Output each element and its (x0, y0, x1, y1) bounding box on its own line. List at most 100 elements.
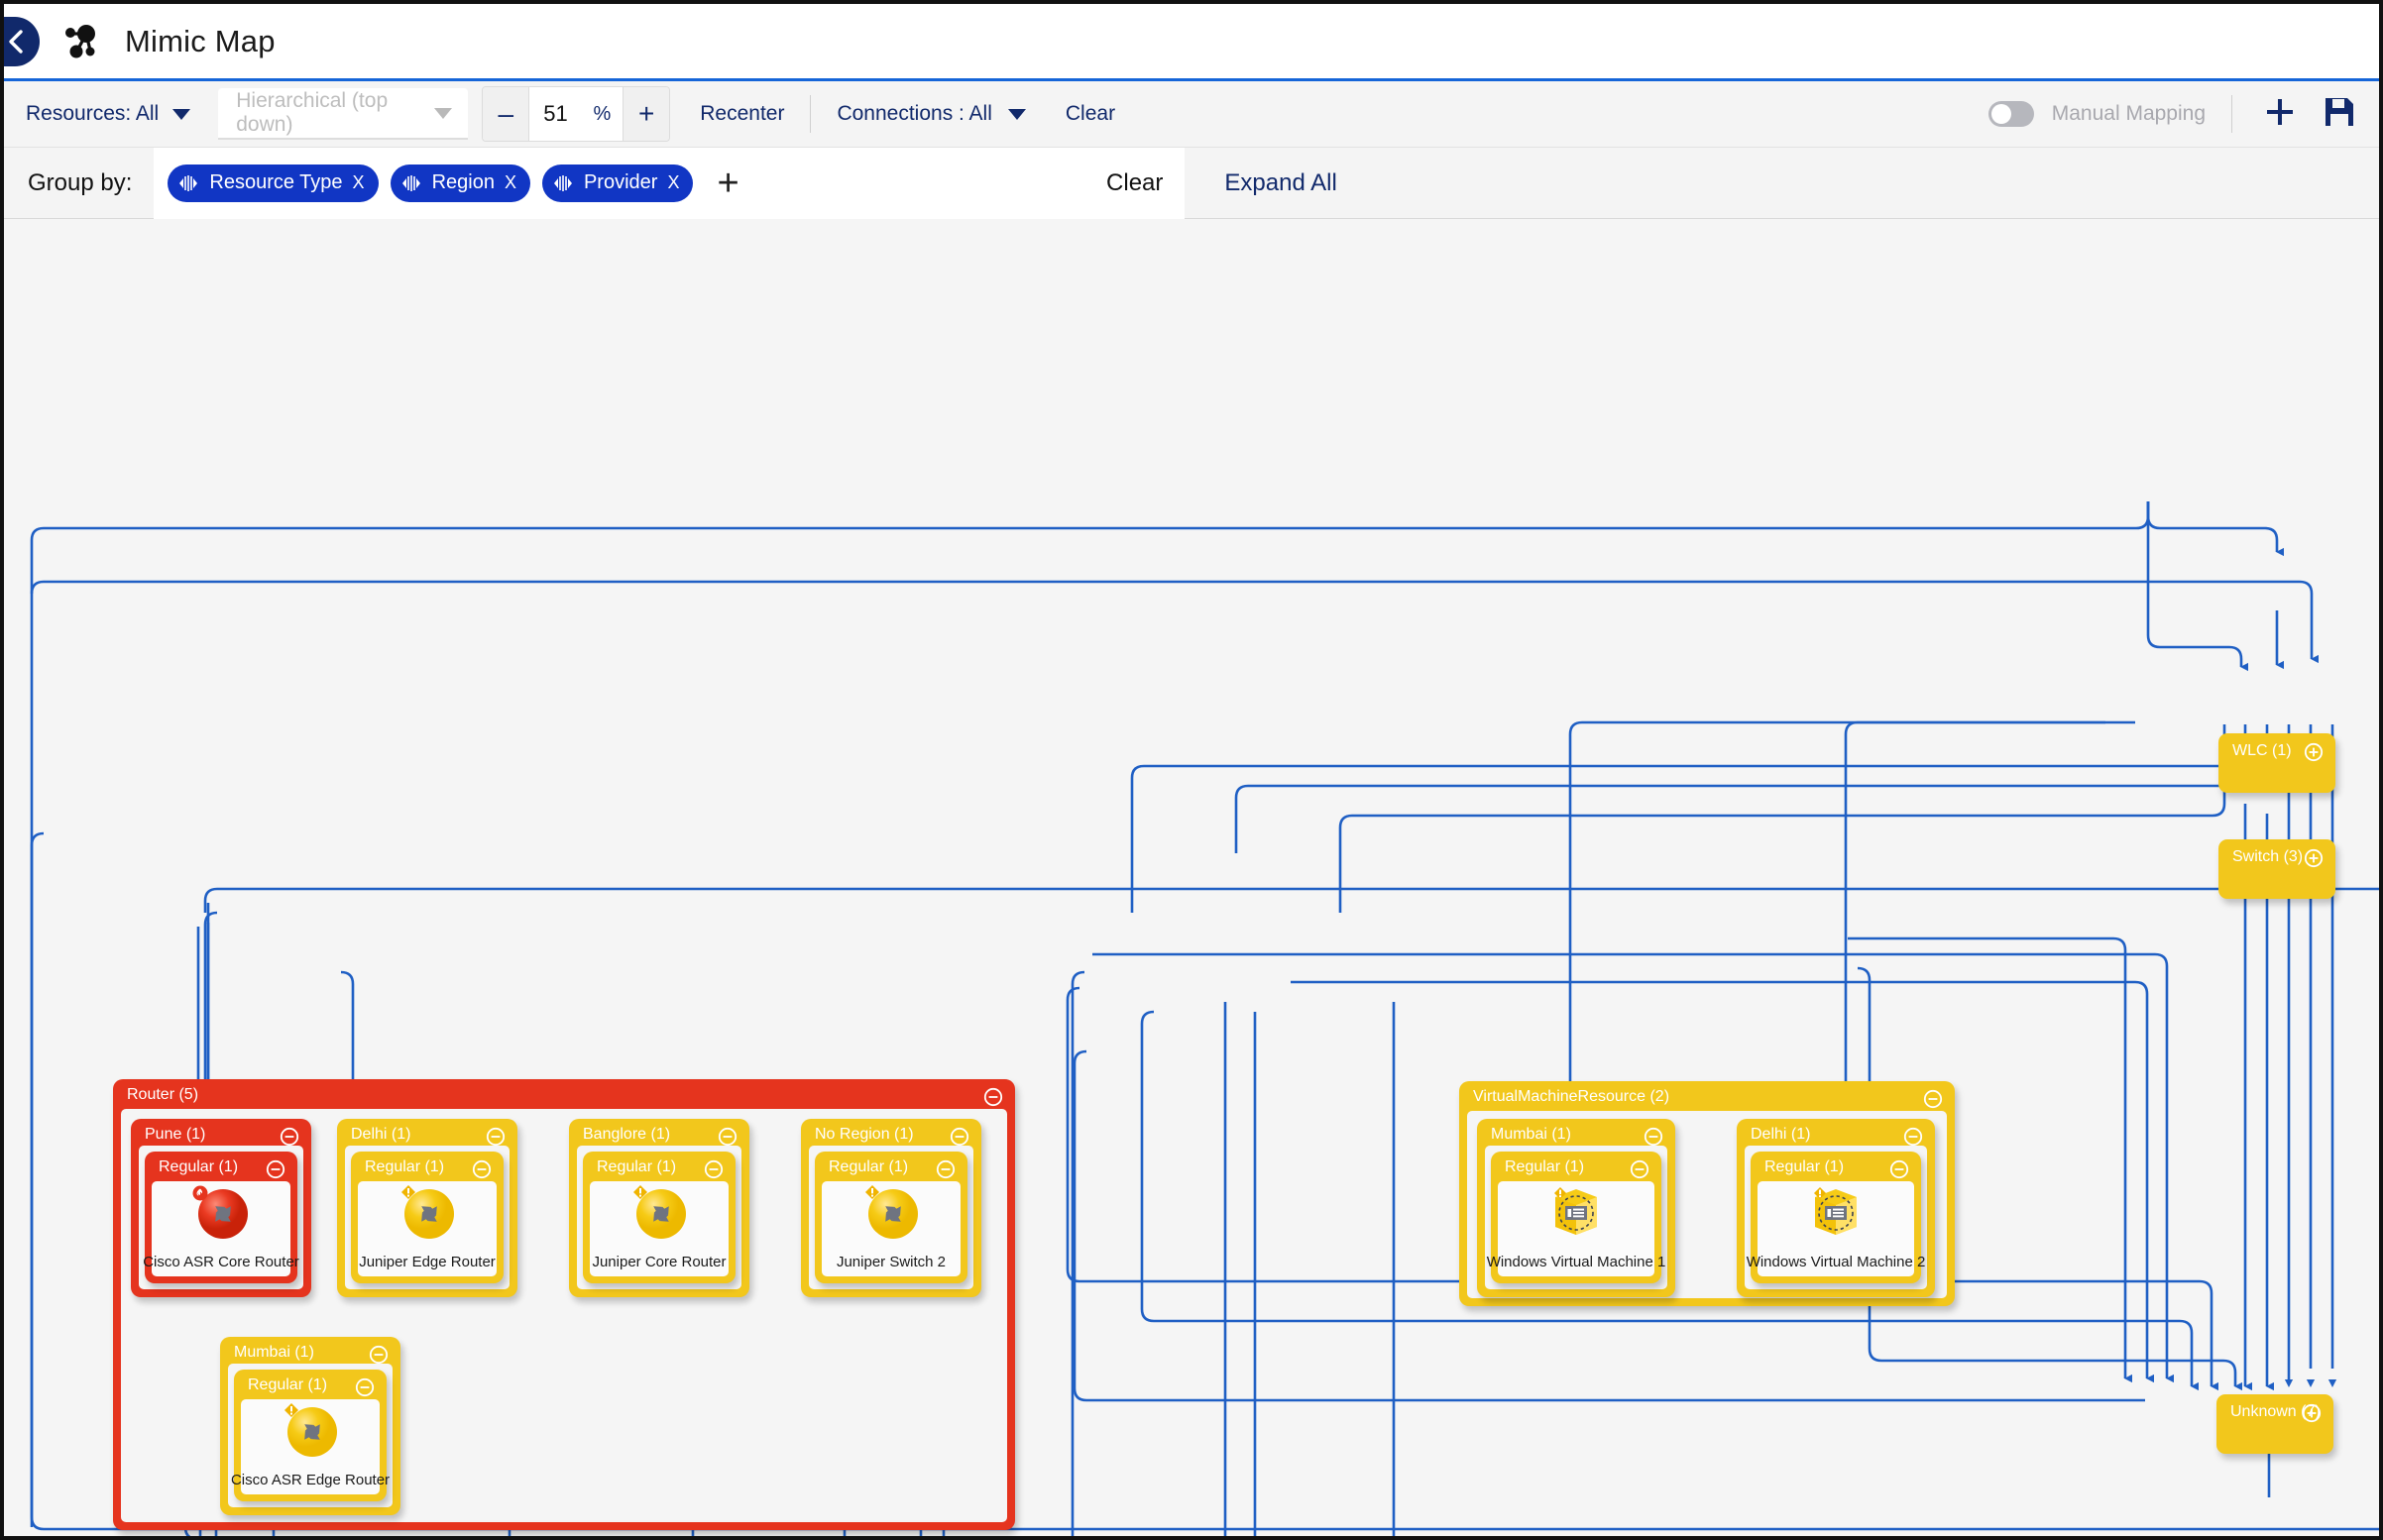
regular-group-title: Regular (1) (1505, 1158, 1584, 1176)
subgroup-router-banglore[interactable]: Banglore (1) Regular (1) (569, 1119, 749, 1297)
clear-connections-button[interactable]: Clear (1066, 102, 1115, 126)
subgroup-body: Regular (1) (139, 1146, 303, 1289)
collapsed-node-switch[interactable]: Switch (3) (2218, 839, 2335, 899)
subgroup-title: Mumbai (1) (234, 1344, 314, 1362)
virtual-machine-node-icon (1803, 1181, 1869, 1248)
resource-node-juniper-edge-router[interactable]: Juniper Edge Router (358, 1181, 497, 1276)
subgroup-router-pune[interactable]: Pune (1) Regular (1) (131, 1119, 311, 1297)
plus-circle-icon[interactable] (2304, 742, 2324, 767)
expand-all-button[interactable]: Expand All (1224, 169, 1336, 197)
subgroup-body: Regular (1) (1745, 1146, 1927, 1289)
group-chip-resource-type[interactable]: Resource Type X (168, 165, 378, 202)
resource-node-cisco-asr-core-router[interactable]: Cisco ASR Core Router (152, 1181, 290, 1276)
router-node-icon (860, 1181, 922, 1248)
group-chip-label: Provider (584, 171, 657, 194)
minus-circle-icon[interactable] (950, 1127, 969, 1147)
resource-node-label: Windows Virtual Machine 2 (1747, 1254, 1926, 1270)
router-node-icon (397, 1181, 458, 1248)
save-map-button[interactable] (2324, 96, 2355, 133)
plus-icon (2262, 94, 2298, 130)
resource-node-windows-virtual-machine-2[interactable]: Windows Virtual Machine 2 (1758, 1181, 1914, 1276)
layout-select-placeholder: Hierarchical (top down) (236, 89, 434, 137)
group-chip-region[interactable]: Region X (391, 165, 530, 202)
collapsed-node-unknown[interactable]: Unknown (7) (2216, 1394, 2333, 1454)
toolbar-divider (810, 95, 811, 133)
minus-circle-icon[interactable] (1644, 1127, 1663, 1147)
minus-circle-icon[interactable] (355, 1377, 375, 1397)
chevron-down-icon (1008, 109, 1026, 120)
layout-select[interactable]: Hierarchical (top down) (218, 88, 468, 140)
clear-group-by-button[interactable]: Clear (1106, 169, 1163, 197)
save-disk-icon (2324, 96, 2355, 128)
close-icon[interactable]: X (667, 172, 679, 193)
group-chip-provider[interactable]: Provider X (542, 165, 694, 202)
regular-group-vm-delhi[interactable]: Regular (1) (1751, 1152, 1921, 1283)
group-router[interactable]: Router (5) Pune (1) Regular (1) (113, 1079, 1015, 1530)
zoom-out-button[interactable]: – (483, 87, 528, 141)
resource-node-cisco-asr-edge-router[interactable]: Cisco ASR Edge Router (241, 1399, 380, 1494)
add-resource-button[interactable] (2262, 94, 2298, 135)
group-by-label: Group by: (28, 169, 132, 197)
plus-circle-icon[interactable] (2304, 848, 2324, 873)
recenter-button[interactable]: Recenter (700, 102, 784, 126)
subgroup-router-delhi[interactable]: Delhi (1) Regular (1) (337, 1119, 517, 1297)
regular-group-title: Regular (1) (248, 1376, 327, 1394)
collapsed-node-label: WLC (1) (2232, 742, 2292, 760)
group-by-chip-container: Resource Type X Region X (154, 148, 1185, 219)
regular-group-router-pune[interactable]: Regular (1) (145, 1152, 297, 1283)
resource-node-label: Juniper Core Router (592, 1254, 726, 1270)
resource-node-label: Cisco ASR Core Router (143, 1254, 299, 1270)
map-canvas[interactable]: Router (5) Pune (1) Regular (1) (4, 219, 2383, 1537)
router-node-icon (190, 1181, 252, 1248)
minus-circle-icon[interactable] (983, 1087, 1003, 1107)
mimic-network-logo-icon (59, 21, 101, 62)
resource-node-juniper-switch-2[interactable]: Juniper Switch 2 (822, 1181, 961, 1276)
minus-circle-icon[interactable] (1903, 1127, 1923, 1147)
subgroup-body: Regular (1) (577, 1146, 741, 1289)
minus-circle-icon[interactable] (472, 1159, 492, 1179)
collapsed-node-wlc[interactable]: WLC (1) (2218, 733, 2335, 793)
minus-circle-icon[interactable] (1630, 1159, 1649, 1179)
mimic-map-window: Mimic Map Resources: All Hierarchical (t… (0, 0, 2383, 1540)
subgroup-vm-delhi[interactable]: Delhi (1) Regular (1) (1737, 1119, 1935, 1297)
minus-circle-icon[interactable] (280, 1127, 299, 1147)
zoom-input[interactable]: 51 % (528, 87, 624, 141)
minus-circle-icon[interactable] (369, 1345, 389, 1365)
minus-circle-icon[interactable] (704, 1159, 724, 1179)
page-title: Mimic Map (125, 24, 276, 59)
connections-dropdown-label: Connections : All (837, 102, 991, 126)
back-button[interactable] (0, 17, 40, 66)
resource-node-juniper-core-router[interactable]: Juniper Core Router (590, 1181, 729, 1276)
minus-circle-icon[interactable] (1923, 1089, 1943, 1109)
close-icon[interactable]: X (353, 172, 365, 193)
resources-dropdown[interactable]: Resources: All (26, 102, 190, 126)
minus-circle-icon[interactable] (266, 1159, 285, 1179)
subgroup-title: Delhi (1) (351, 1126, 410, 1144)
minus-circle-icon[interactable] (1889, 1159, 1909, 1179)
resource-node-label: Windows Virtual Machine 1 (1487, 1254, 1666, 1270)
minus-circle-icon[interactable] (718, 1127, 738, 1147)
virtual-machine-node-icon (1543, 1181, 1609, 1248)
regular-group-router-no-region[interactable]: Regular (1) (815, 1152, 967, 1283)
minus-circle-icon[interactable] (486, 1127, 506, 1147)
regular-group-router-mumbai[interactable]: Regular (1) (234, 1370, 387, 1501)
close-icon[interactable]: X (505, 172, 516, 193)
group-virtual-machine-resource[interactable]: VirtualMachineResource (2) Mumbai (1) Re… (1459, 1081, 1955, 1306)
manual-mapping-toggle[interactable] (1988, 101, 2034, 127)
subgroup-router-mumbai[interactable]: Mumbai (1) Regular (1) (220, 1337, 400, 1515)
add-group-by-button[interactable]: + (717, 165, 738, 202)
zoom-in-button[interactable]: + (624, 87, 669, 141)
regular-group-title: Regular (1) (365, 1158, 444, 1176)
subgroup-router-no-region[interactable]: No Region (1) Regular (1) (801, 1119, 981, 1297)
subgroup-title: Banglore (1) (583, 1126, 670, 1144)
group-bars-icon (177, 174, 199, 192)
minus-circle-icon[interactable] (936, 1159, 956, 1179)
toolbar-right-group: Manual Mapping (1988, 94, 2379, 135)
connections-dropdown[interactable]: Connections : All (837, 102, 1025, 126)
regular-group-router-delhi[interactable]: Regular (1) (351, 1152, 504, 1283)
plus-circle-icon[interactable] (2302, 1403, 2322, 1428)
subgroup-vm-mumbai[interactable]: Mumbai (1) Regular (1) (1477, 1119, 1675, 1297)
resource-node-windows-virtual-machine-1[interactable]: Windows Virtual Machine 1 (1498, 1181, 1654, 1276)
regular-group-router-banglore[interactable]: Regular (1) (583, 1152, 736, 1283)
regular-group-vm-mumbai[interactable]: Regular (1) (1491, 1152, 1661, 1283)
